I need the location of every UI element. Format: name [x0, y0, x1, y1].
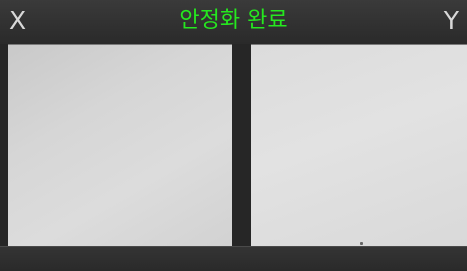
status-text: 안정화 완료 [179, 8, 288, 33]
y-axis-label: Y [443, 6, 459, 35]
header-bar: X 안정화 완료 Y [0, 0, 467, 44]
footer-bar [0, 246, 467, 271]
x-view-panel [8, 44, 232, 246]
y-view-panel [251, 44, 467, 246]
splicer-screen: X 안정화 완료 Y [0, 0, 467, 271]
view-divider [232, 44, 251, 246]
fiber-speck-mark [360, 242, 363, 245]
